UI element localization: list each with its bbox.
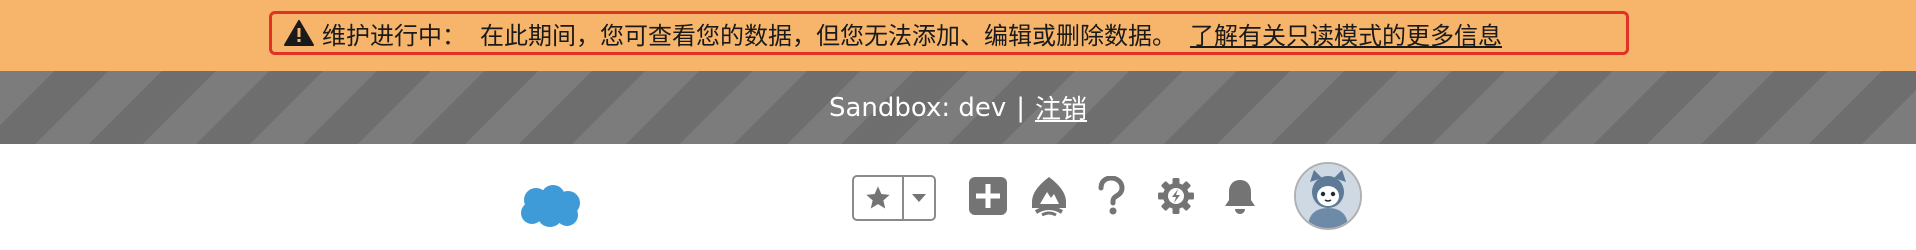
setup-button[interactable] — [1154, 174, 1198, 218]
salesforce-page: 维护进行中： 在此期间，您可查看您的数据，但您无法添加、编辑或删除数据。 了解有… — [0, 0, 1916, 250]
trailhead-icon — [1028, 174, 1070, 218]
maintenance-banner: 维护进行中： 在此期间，您可查看您的数据，但您无法添加、编辑或删除数据。 了解有… — [0, 0, 1916, 71]
maintenance-notice: 维护进行中： 在此期间，您可查看您的数据，但您无法添加、编辑或删除数据。 了解有… — [269, 11, 1629, 55]
read-only-mode-link[interactable]: 了解有关只读模式的更多信息 — [1190, 16, 1502, 51]
maintenance-message: 在此期间，您可查看您的数据，但您无法添加、编辑或删除数据。 — [480, 21, 1176, 50]
caret-down-icon — [910, 192, 928, 204]
global-actions-button[interactable] — [968, 176, 1008, 216]
trailhead-button[interactable] — [1028, 174, 1070, 218]
notifications-button[interactable] — [1218, 174, 1262, 218]
add-icon — [968, 176, 1008, 216]
help-button[interactable] — [1092, 174, 1130, 218]
salesforce-logo-icon[interactable] — [520, 184, 582, 228]
maintenance-title: 维护进行中： — [322, 21, 466, 50]
user-avatar[interactable] — [1294, 162, 1362, 230]
gear-icon — [1156, 176, 1196, 216]
sandbox-separator: | — [1016, 92, 1026, 123]
favorites-button[interactable] — [854, 177, 904, 219]
global-header — [0, 144, 1916, 250]
help-icon — [1096, 176, 1126, 216]
logout-link[interactable]: 注销 — [1035, 89, 1087, 126]
star-icon — [864, 184, 892, 212]
favorites-control — [852, 175, 936, 221]
warning-icon — [284, 20, 314, 46]
sandbox-label: Sandbox: dev — [828, 92, 1007, 123]
favorites-dropdown-button[interactable] — [904, 177, 934, 219]
bell-icon — [1220, 176, 1260, 216]
sandbox-bar: Sandbox: dev | 注销 — [0, 71, 1916, 144]
